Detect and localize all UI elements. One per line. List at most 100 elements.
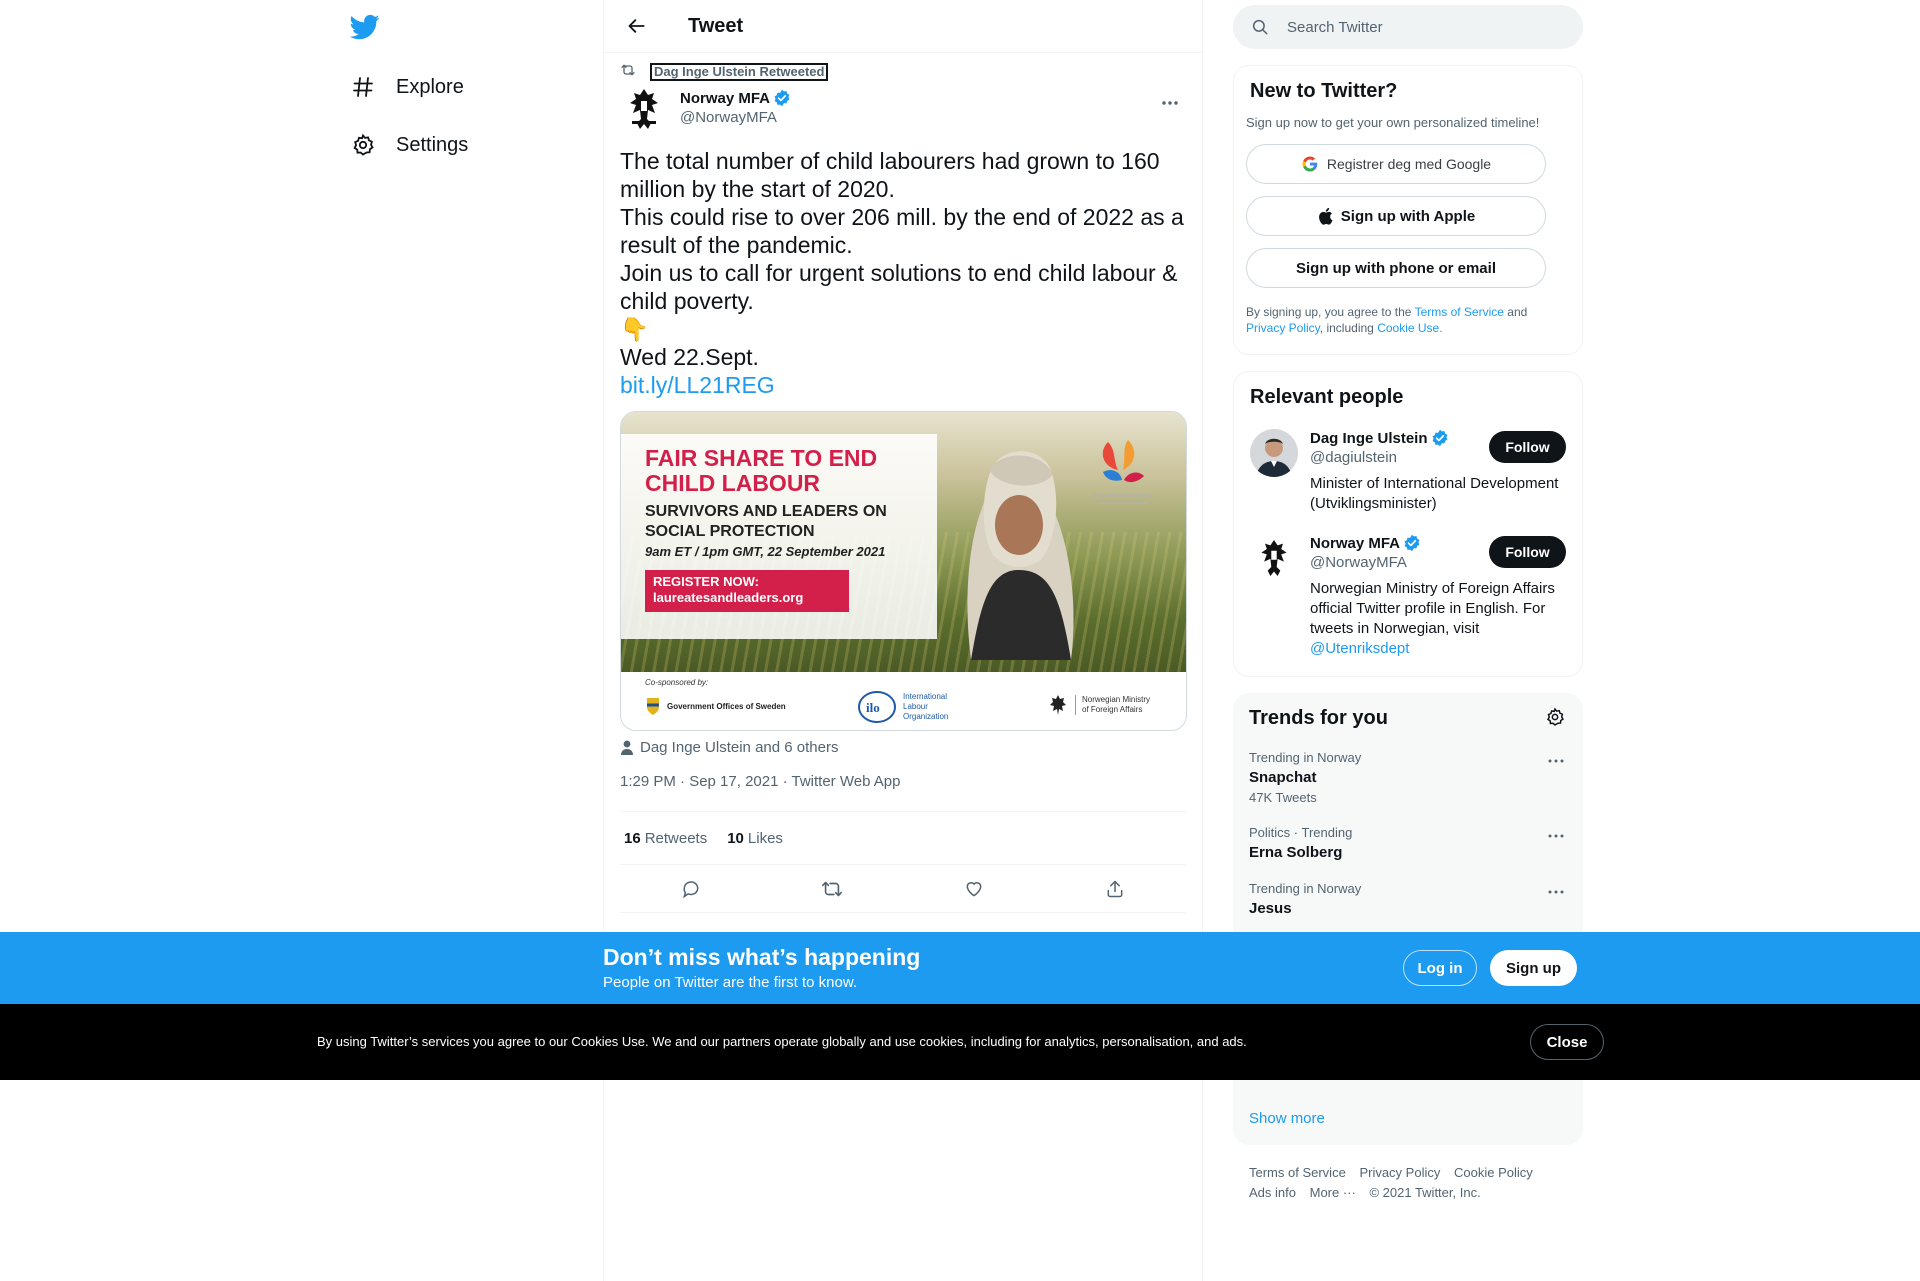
privacy-policy-link[interactable]: Privacy Policy — [1246, 321, 1320, 335]
follow-button[interactable]: Follow — [1489, 536, 1566, 568]
trend-name: Jesus — [1249, 900, 1292, 917]
retweets-label: Retweets — [644, 829, 708, 847]
more-options-icon[interactable] — [1545, 825, 1567, 847]
media-register-box: REGISTER NOW: laureatesandleaders.org — [645, 570, 849, 612]
trends-settings-gear-icon[interactable] — [1545, 707, 1567, 729]
footer-link[interactable]: Privacy Policy — [1359, 1163, 1440, 1183]
verified-badge-icon — [1403, 534, 1421, 552]
media-register-url: laureatesandleaders.org — [653, 590, 804, 605]
nav-settings[interactable]: Settings — [350, 125, 468, 165]
author-handle[interactable]: @NorwayMFA — [680, 109, 791, 126]
new-to-twitter-card: New to Twitter? Sign up now to get your … — [1233, 65, 1583, 355]
person-bio: Norwegian Ministry of Foreign Affairs of… — [1310, 579, 1560, 659]
person-name[interactable]: Dag Inge Ulstein — [1310, 430, 1428, 447]
google-signup-button[interactable]: Registrer deg med Google — [1246, 144, 1546, 184]
footer-link[interactable]: Terms of Service — [1249, 1163, 1346, 1183]
phone-email-signup-button[interactable]: Sign up with phone or email — [1246, 248, 1546, 288]
retweets-count: 16 — [624, 829, 641, 847]
twitter-logo-icon[interactable] — [349, 12, 380, 42]
new-to-twitter-subtitle: Sign up now to get your own personalized… — [1246, 115, 1540, 130]
avatar[interactable] — [620, 85, 668, 133]
verified-badge-icon — [1431, 429, 1449, 447]
retweet-icon — [620, 62, 636, 83]
trend-item[interactable]: Trending in Norway Jesus — [1249, 881, 1567, 917]
show-more-link[interactable]: Show more — [1249, 1110, 1325, 1127]
tagged-users[interactable]: Dag Inge Ulstein and 6 others — [620, 737, 1186, 757]
person-name[interactable]: Norway MFA — [1310, 535, 1400, 552]
reply-button[interactable] — [674, 872, 708, 906]
author-name[interactable]: Norway MFA — [680, 90, 770, 107]
footer-link[interactable]: Ads info — [1249, 1183, 1296, 1203]
retweet-icon — [822, 881, 843, 896]
avatar[interactable] — [1250, 429, 1298, 477]
signup-banner-title: Don’t miss what’s happening — [603, 944, 921, 970]
media-register-label: REGISTER NOW: — [653, 574, 759, 589]
trend-context: Trending in Norway — [1249, 750, 1362, 765]
tweet-media-image[interactable]: FAIR SHARE TO END CHILD LABOUR SURVIVORS… — [620, 411, 1187, 731]
apple-signup-button[interactable]: Sign up with Apple — [1246, 196, 1546, 236]
login-button[interactable]: Log in — [1403, 950, 1477, 986]
norway-lion-logo-icon — [1261, 540, 1287, 576]
trends-title: Trends for you — [1249, 707, 1388, 729]
media-sponsor-ilo: ilo International Labour Organization — [857, 690, 963, 724]
person-row[interactable]: Norway MFA @NorwayMFA Norwegian Ministry… — [1250, 534, 1566, 659]
tweet-timestamp[interactable]: 1:29 PM · Sep 17, 2021 · Twitter Web App — [620, 773, 1186, 793]
footer-links: Terms of Service Privacy Policy Cookie P… — [1249, 1163, 1569, 1203]
media-headline: FAIR SHARE TO END CHILD LABOUR — [645, 445, 878, 496]
cookie-use-link[interactable]: Cookie Use. — [1377, 321, 1442, 335]
tweet-actions — [620, 865, 1186, 913]
arrow-left-icon — [628, 19, 645, 33]
search-input[interactable] — [1287, 18, 1547, 36]
apple-icon — [1317, 207, 1333, 225]
retweets-stat[interactable]: 16 Retweets — [624, 830, 707, 847]
nav-explore[interactable]: Explore — [350, 67, 464, 107]
pointing-down-emoji: 👇 — [620, 316, 649, 342]
tweet-header: Tweet — [604, 0, 1202, 53]
footer-link[interactable]: Cookie Policy — [1454, 1163, 1533, 1183]
media-time: 9am ET / 1pm GMT, 22 September 2021 — [645, 544, 886, 559]
avatar[interactable] — [1250, 534, 1298, 582]
more-options-icon[interactable] — [1545, 750, 1567, 772]
more-options-icon[interactable] — [1545, 881, 1567, 903]
tweet-text-line: The total number of child labourers had … — [620, 148, 1160, 202]
tweet-author: Norway MFA @NorwayMFA — [620, 85, 1186, 141]
more-options-icon[interactable] — [1158, 91, 1182, 115]
person-icon — [621, 740, 633, 755]
cookie-banner: By using Twitter’s services you agree to… — [0, 1004, 1920, 1080]
share-icon — [1107, 880, 1123, 897]
footer-link[interactable]: More ··· — [1310, 1183, 1356, 1203]
norway-lion-logo-icon — [630, 89, 658, 129]
trend-name: Snapchat — [1249, 769, 1317, 786]
laureates-leaders-logo-icon — [1093, 440, 1153, 504]
sweden-crest-icon — [647, 698, 659, 715]
media-sponsor-sweden: Government Offices of Sweden — [645, 696, 786, 716]
hashtag-icon — [350, 74, 376, 100]
close-button[interactable]: Close — [1530, 1024, 1604, 1060]
verified-badge-icon — [773, 89, 791, 107]
share-button[interactable] — [1098, 872, 1132, 906]
media-subheadline: SURVIVORS AND LEADERS ON SOCIAL PROTECTI… — [645, 503, 887, 540]
person-row[interactable]: Dag Inge Ulstein @dagiulstein Minister o… — [1250, 429, 1566, 514]
follow-button[interactable]: Follow — [1489, 431, 1566, 463]
reply-icon — [682, 880, 699, 898]
mention-link[interactable]: @Utenriksdept — [1310, 639, 1560, 659]
retweeted-by-link[interactable]: Dag Inge Ulstein Retweeted — [650, 63, 829, 81]
search-box[interactable] — [1233, 5, 1583, 49]
retweet-button[interactable] — [815, 872, 849, 906]
relevant-people-card: Relevant people Dag Inge Ulstein @dagiul… — [1233, 371, 1583, 677]
main-column: Tweet Dag Inge Ulstein Retweeted Norway … — [603, 0, 1203, 1281]
person-bio: Minister of International Development (U… — [1310, 475, 1559, 512]
google-signup-label: Registrer deg med Google — [1326, 156, 1492, 172]
heart-icon — [966, 881, 982, 896]
signup-button[interactable]: Sign up — [1490, 950, 1577, 986]
tagged-users-label: Dag Inge Ulstein and 6 others — [640, 738, 839, 756]
back-button[interactable] — [620, 9, 654, 43]
trend-item[interactable]: Politics · Trending Erna Solberg — [1249, 825, 1567, 861]
media-sponsor-norway: Norwegian Ministry of Foreign Affairs — [1049, 694, 1155, 716]
likes-stat[interactable]: 10 Likes — [727, 830, 783, 847]
like-button[interactable] — [957, 872, 991, 906]
svg-text:ilo: ilo — [866, 700, 880, 715]
trend-item[interactable]: Trending in Norway Snapchat 47K Tweets — [1249, 750, 1567, 805]
tweet-link[interactable]: bit.ly/LL21REG — [620, 371, 1186, 399]
terms-of-service-link[interactable]: Terms of Service — [1415, 305, 1504, 319]
